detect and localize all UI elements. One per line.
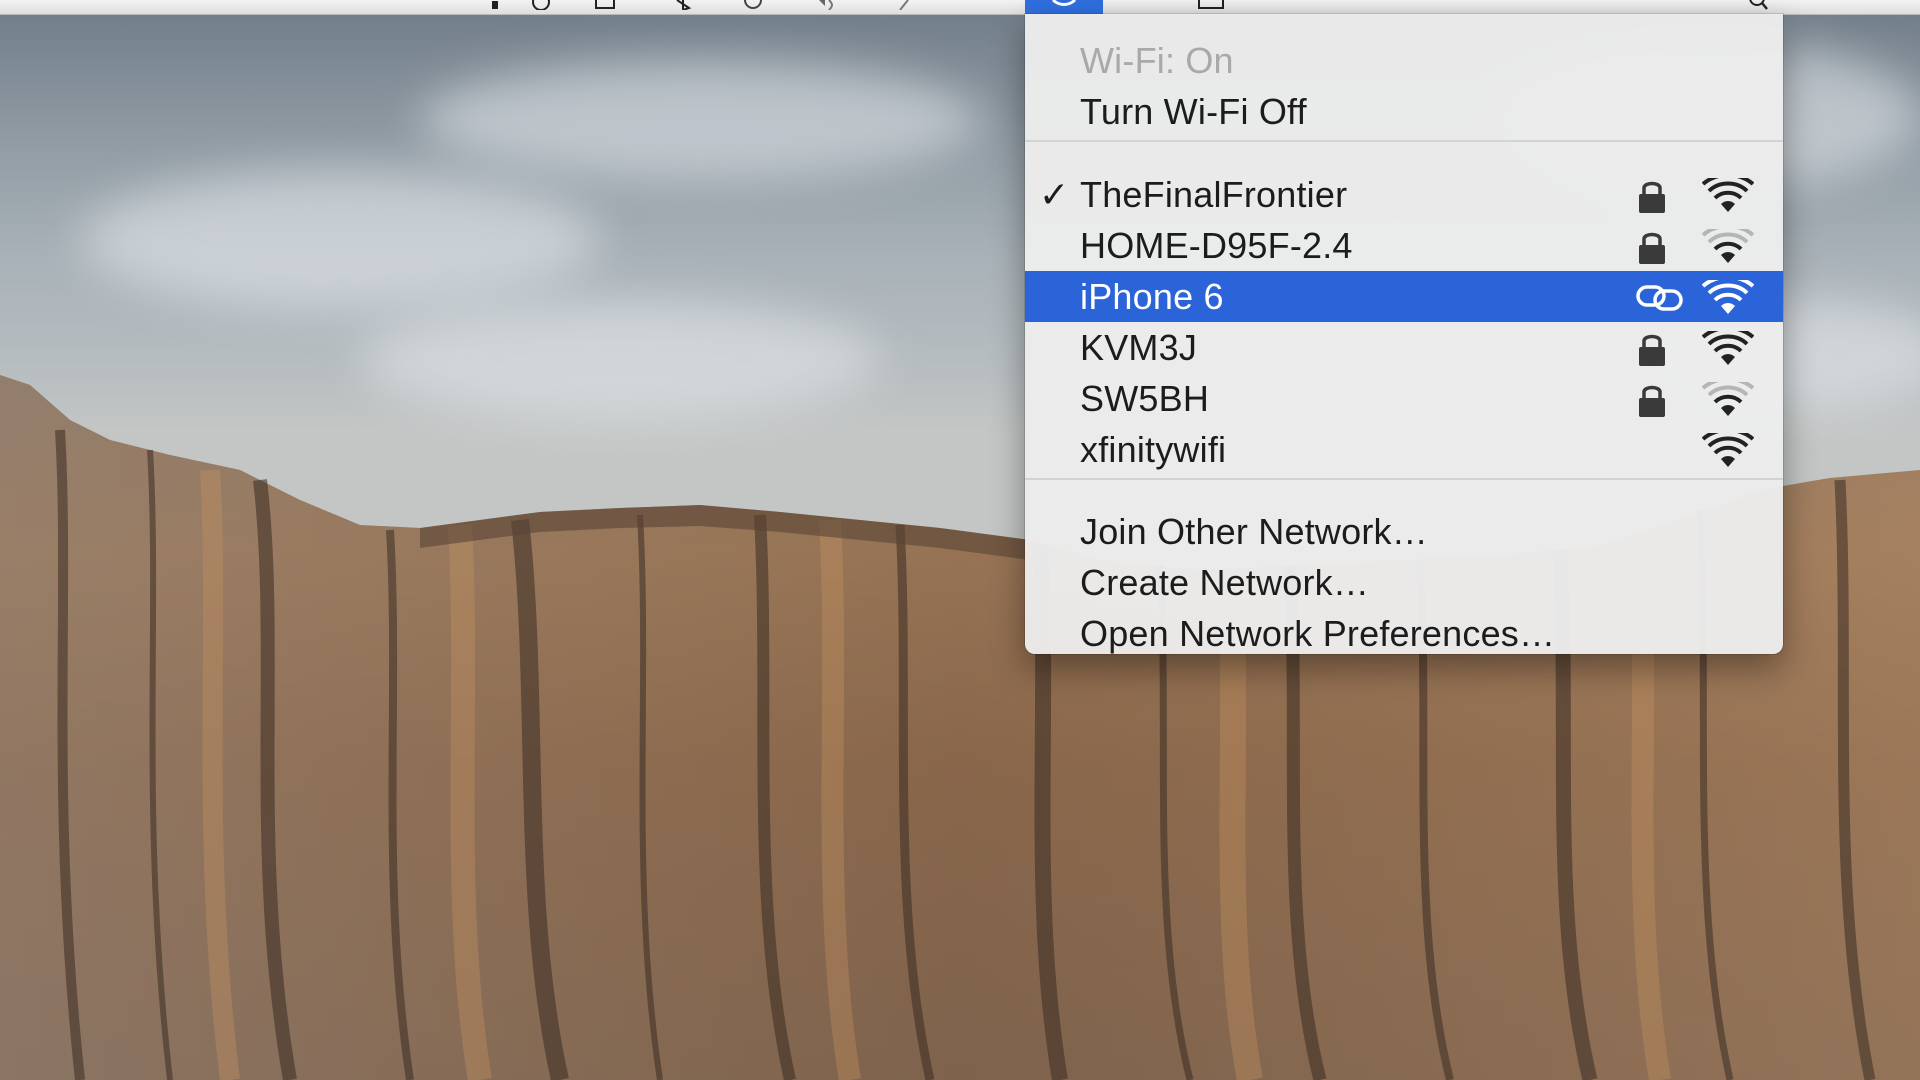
menubar-separator-icon (894, 0, 914, 10)
join-other-network-item[interactable]: Join Other Network… (1025, 506, 1783, 557)
bluetooth-icon[interactable] (672, 0, 694, 10)
open-network-preferences-item[interactable]: Open Network Preferences… (1025, 608, 1783, 654)
network-item-kvm3j[interactable]: KVM3J (1025, 322, 1783, 373)
airplay-icon[interactable] (594, 0, 616, 10)
network-name: KVM3J (1080, 327, 1198, 368)
lock-icon (1639, 385, 1665, 417)
create-network-item[interactable]: Create Network… (1025, 557, 1783, 608)
connected-checkmark-icon: ✓ (1039, 174, 1070, 215)
volume-icon[interactable] (810, 0, 840, 10)
battery-icon[interactable] (1198, 0, 1228, 10)
wifi-signal-icon (1702, 433, 1754, 467)
lock-icon (1639, 232, 1665, 264)
lock-icon (1639, 181, 1665, 213)
wifi-status-label: Wi-Fi: On (1080, 40, 1234, 81)
network-name: xfinitywifi (1080, 429, 1227, 470)
open-network-preferences-label: Open Network Preferences… (1080, 613, 1556, 654)
network-item-home-d95f[interactable]: HOME-D95F-2.4 (1025, 220, 1783, 271)
turn-wifi-off-label: Turn Wi-Fi Off (1080, 91, 1307, 132)
wifi-dropdown-menu: Wi-Fi: On Turn Wi-Fi Off ✓ TheFinalFront… (1025, 14, 1783, 654)
menu-bar (0, 0, 1920, 15)
wifi-signal-icon (1702, 178, 1754, 212)
turn-wifi-off-item[interactable]: Turn Wi-Fi Off (1025, 86, 1783, 137)
create-network-label: Create Network… (1080, 562, 1370, 603)
wifi-signal-icon (1702, 229, 1754, 263)
network-name: HOME-D95F-2.4 (1080, 225, 1353, 266)
network-item-thefinalfrontier[interactable]: ✓ TheFinalFrontier (1025, 169, 1783, 220)
network-name: iPhone 6 (1080, 276, 1224, 317)
lock-icon (1639, 334, 1665, 366)
network-item-sw5bh[interactable]: SW5BH (1025, 373, 1783, 424)
dropbox-icon[interactable] (488, 0, 502, 10)
network-item-xfinitywifi[interactable]: xfinitywifi (1025, 424, 1783, 475)
search-icon[interactable] (1748, 0, 1770, 10)
personal-hotspot-icon (1636, 285, 1683, 311)
network-name: SW5BH (1080, 378, 1210, 419)
join-other-network-label: Join Other Network… (1080, 511, 1428, 552)
wifi-status-item: Wi-Fi: On (1025, 35, 1783, 86)
wifi-signal-icon (1702, 382, 1754, 416)
menu-separator (1025, 140, 1783, 142)
network-name: TheFinalFrontier (1080, 174, 1348, 215)
wifi-icon (1051, 0, 1077, 6)
wifi-menu-extra[interactable] (1025, 0, 1103, 14)
wifi-signal-icon (1702, 331, 1754, 365)
network-item-iphone-6[interactable]: iPhone 6 (1025, 271, 1783, 322)
time-machine-icon[interactable] (530, 0, 552, 10)
menu-separator (1025, 478, 1783, 480)
sync-icon[interactable] (742, 0, 764, 10)
wifi-signal-icon (1702, 280, 1754, 314)
